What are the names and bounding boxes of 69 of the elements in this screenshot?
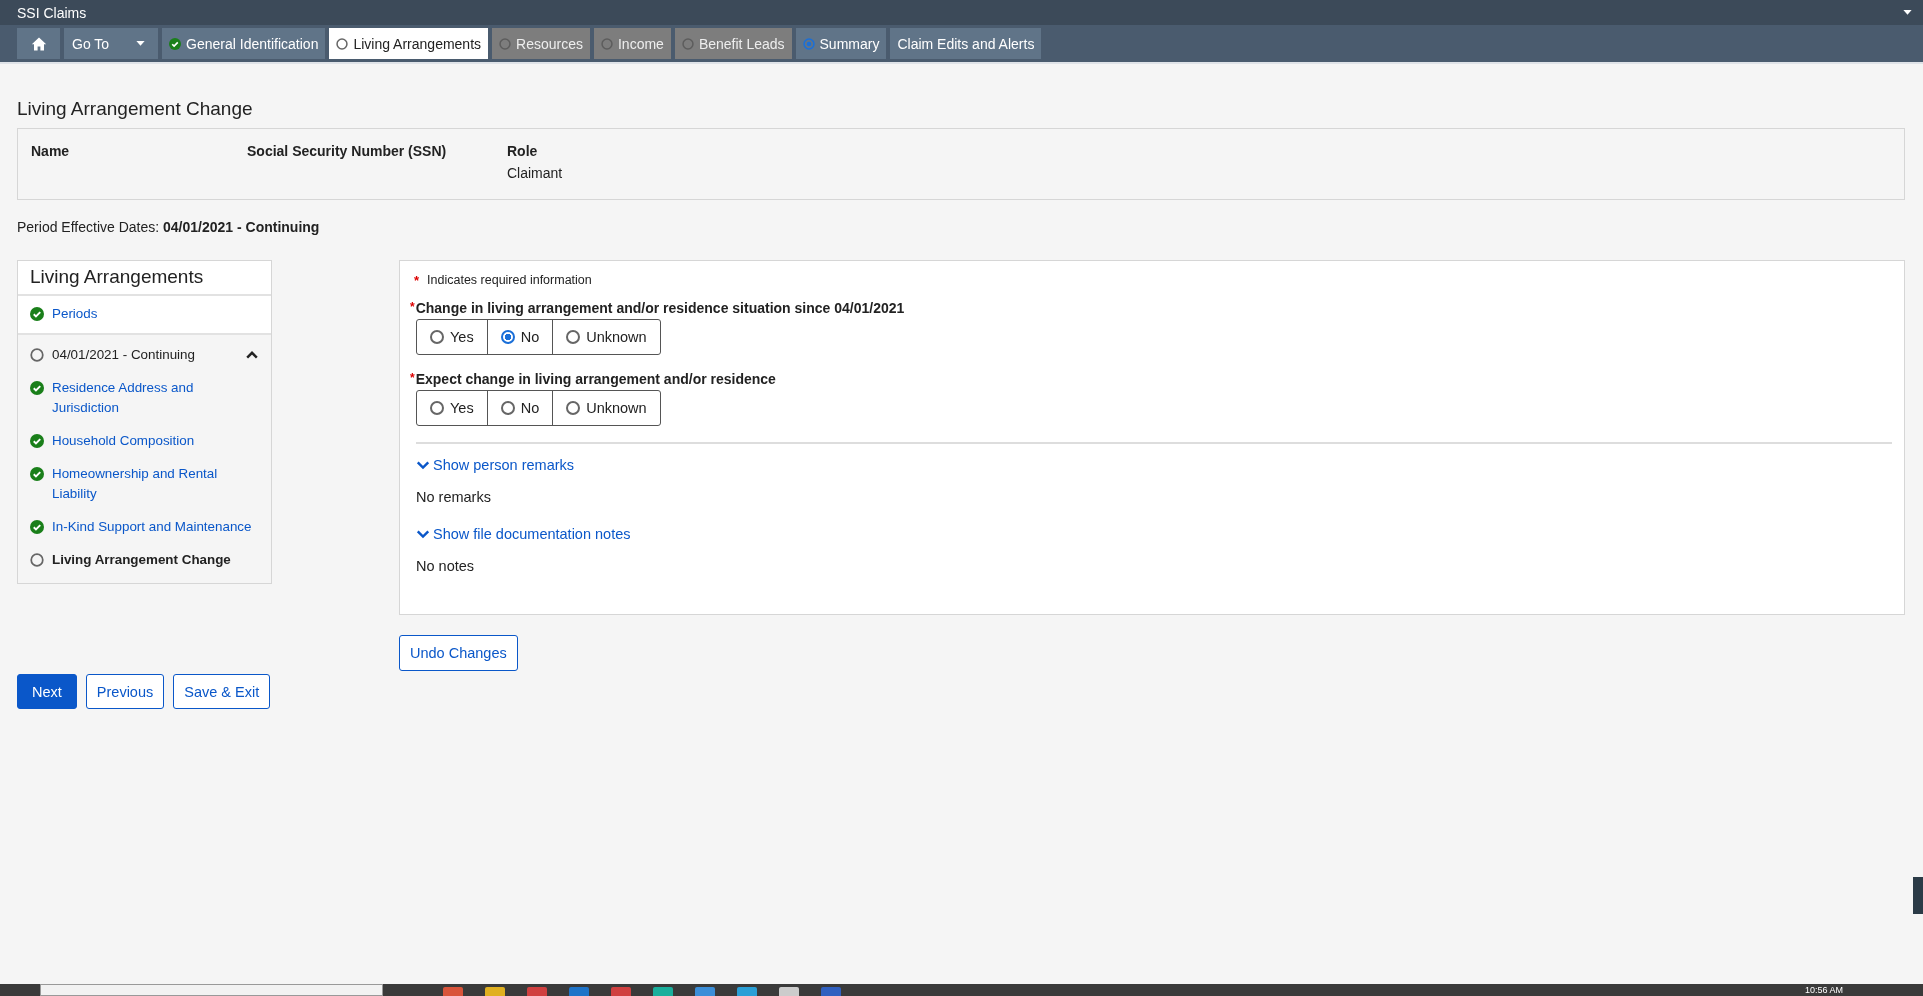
next-button[interactable]: Next xyxy=(17,674,77,709)
undo-changes-button[interactable]: Undo Changes xyxy=(399,635,518,671)
nav-tab[interactable]: Claim Edits and Alerts xyxy=(890,28,1042,59)
question-label: Expect change in living arrangement and/or residence xyxy=(415,371,776,387)
column-label: Name xyxy=(31,143,71,159)
radio-label: No xyxy=(520,400,540,416)
radio-label: Yes xyxy=(450,329,474,345)
app-icon[interactable] xyxy=(485,987,505,996)
radio-label: Unknown xyxy=(586,400,647,416)
sidebar-item[interactable]: In-Kind Support and Maintenance xyxy=(18,517,271,537)
section-text: No notes xyxy=(416,558,476,574)
radio-option[interactable]: No xyxy=(486,391,553,425)
radio-label: Unknown xyxy=(586,329,647,345)
home-icon xyxy=(30,35,47,52)
nav-tab[interactable]: Summary xyxy=(795,28,887,59)
radio-label: No xyxy=(520,329,540,345)
clock-text: 10:56 AM xyxy=(1804,986,1843,995)
radio-option[interactable]: Yes xyxy=(417,320,487,354)
home-button[interactable] xyxy=(17,28,60,59)
sidebar-item[interactable]: Residence Address and Jurisdiction xyxy=(18,378,271,418)
question-label: Change in living arrangement and/or residence situation since 04/01/2021 xyxy=(415,300,905,316)
app-icon[interactable] xyxy=(695,987,715,996)
radio-button[interactable] xyxy=(566,330,581,344)
caret-icon xyxy=(135,40,147,47)
required-note: Indicates required information xyxy=(427,273,592,288)
radio-button[interactable] xyxy=(430,401,444,415)
sidebar-item[interactable]: Living Arrangement Change xyxy=(18,550,271,570)
required-mark: * xyxy=(414,273,420,288)
sidebar-group-item[interactable]: 04/01/2021 - Continuing xyxy=(18,345,271,365)
radio-option[interactable]: Unknown xyxy=(552,391,660,425)
app-icon[interactable] xyxy=(527,987,547,996)
app-icon[interactable] xyxy=(569,987,589,996)
sidebar-item[interactable]: Household Composition xyxy=(18,431,271,451)
nav-tab[interactable]: Living Arrangements xyxy=(329,28,489,59)
column-label: Social Security Number (SSN) xyxy=(247,143,448,159)
radio-button[interactable] xyxy=(500,330,515,344)
expand-toggle-link[interactable]: Show person remarks xyxy=(416,457,575,473)
period-value: 04/01/2021 - Continuing xyxy=(163,219,320,235)
taskbar-search-field[interactable] xyxy=(40,984,383,996)
column-label: Role xyxy=(507,143,539,159)
app-icon[interactable] xyxy=(737,987,757,996)
radio-option[interactable]: Yes xyxy=(417,391,487,425)
expand-toggle-link[interactable]: Show file documentation notes xyxy=(416,526,631,542)
app-icon[interactable] xyxy=(779,987,799,996)
section-text: No remarks xyxy=(416,489,492,505)
app-icon[interactable] xyxy=(821,987,841,996)
caret-icon xyxy=(1902,9,1913,16)
app-icon[interactable] xyxy=(611,987,631,996)
required-mark: * xyxy=(410,300,415,314)
nav-button[interactable]: Previous xyxy=(85,674,165,709)
side-tab[interactable] xyxy=(1913,877,1923,914)
sidebar-title: Living Arrangements xyxy=(18,261,271,296)
app-title: SSI Claims xyxy=(17,4,87,21)
nav-button[interactable]: Save & Exit xyxy=(173,674,271,709)
app-icon[interactable] xyxy=(443,987,463,996)
nav-tab[interactable]: General Identification xyxy=(162,28,326,59)
radio-label: Yes xyxy=(450,400,474,416)
radio-option[interactable]: No xyxy=(486,320,553,354)
column-value: Claimant xyxy=(507,165,563,181)
sidebar-item[interactable]: Homeownership and Rental Liability xyxy=(18,464,271,504)
radio-option[interactable]: Unknown xyxy=(552,320,660,354)
radio-button[interactable] xyxy=(430,330,444,344)
page-title: Living Arrangement Change xyxy=(17,98,254,120)
radio-button[interactable] xyxy=(566,401,581,415)
required-mark: * xyxy=(410,371,415,385)
radio-button[interactable] xyxy=(500,401,515,415)
go-to-dropdown[interactable]: Go To xyxy=(64,28,159,59)
app-icon[interactable] xyxy=(653,987,673,996)
period-label: Period Effective Dates: xyxy=(17,219,161,235)
